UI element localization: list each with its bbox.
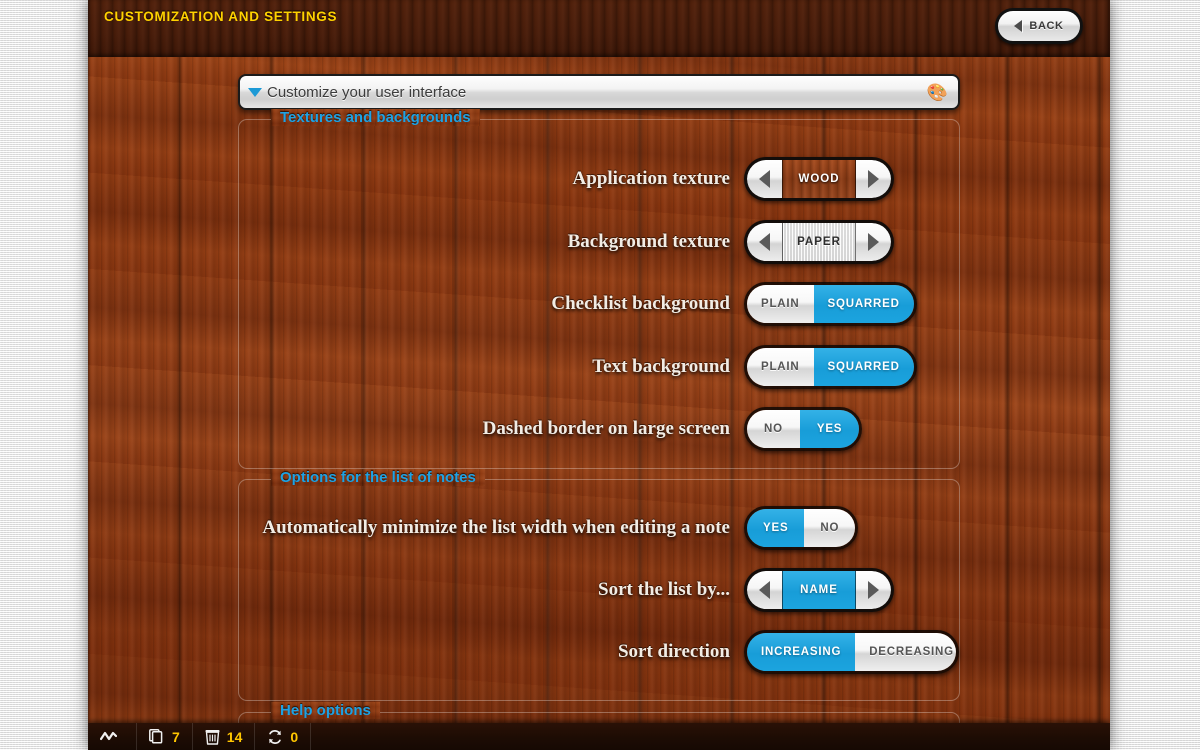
row-text-background: Text background PLAIN SQUARRED — [239, 345, 959, 389]
back-button[interactable]: BACK — [995, 8, 1083, 44]
back-button-label: BACK — [1029, 20, 1064, 32]
toggle-option-yes[interactable]: YES — [747, 509, 805, 547]
checklist-background-toggle[interactable]: PLAIN SQUARRED — [744, 282, 917, 326]
chevron-right-icon — [868, 233, 879, 251]
section-legend: Options for the list of notes — [271, 469, 485, 486]
application-panel: CUSTOMIZATION AND SETTINGS BACK Customiz… — [88, 0, 1110, 750]
title-bar: CUSTOMIZATION AND SETTINGS BACK — [88, 0, 1110, 57]
toggle-option-no[interactable]: NO — [804, 509, 856, 547]
spinner-next-button[interactable] — [856, 223, 891, 261]
dashed-border-toggle[interactable]: NO YES — [744, 407, 863, 451]
row-background-texture: Background texture PAPER — [239, 220, 959, 264]
row-label: Sort direction — [617, 641, 730, 662]
row-auto-minimize-list: Automatically minimize the list width wh… — [239, 506, 959, 550]
row-label: Automatically minimize the list width wh… — [262, 517, 730, 538]
section-options-for-list-of-notes: Options for the list of notes Automatica… — [238, 469, 960, 701]
section-textures-and-backgrounds: Textures and backgrounds Application tex… — [238, 109, 960, 469]
activity-wave-icon — [100, 730, 117, 743]
toggle-option-squarred[interactable]: SQUARRED — [813, 348, 914, 386]
chevron-left-icon — [1014, 20, 1023, 32]
control-slot: YES NO — [744, 506, 959, 550]
row-checklist-background: Checklist background PLAIN SQUARRED — [239, 282, 959, 326]
row-label: Background texture — [567, 231, 730, 252]
status-trash-cell[interactable]: 14 — [193, 723, 256, 750]
status-sync-cell[interactable]: 0 — [255, 723, 312, 750]
page-title: CUSTOMIZATION AND SETTINGS — [104, 9, 338, 24]
row-sort-list-by: Sort the list by... NAME — [239, 568, 959, 612]
status-bar: 7 14 0 — [88, 723, 1110, 750]
chevron-left-icon — [759, 233, 770, 251]
spinner-prev-button[interactable] — [747, 160, 782, 198]
status-count: 14 — [226, 728, 243, 745]
control-slot: NO YES — [744, 407, 959, 451]
spinner-value: NAME — [782, 571, 856, 609]
spinner-next-button[interactable] — [856, 160, 891, 198]
section-legend: Textures and backgrounds — [271, 109, 480, 126]
row-label: Application texture — [572, 168, 730, 189]
application-texture-spinner[interactable]: WOOD — [744, 157, 894, 201]
spinner-prev-button[interactable] — [747, 223, 782, 261]
spinner-prev-button[interactable] — [747, 571, 782, 609]
row-sort-direction: Sort direction INCREASING DECREASING — [239, 630, 959, 674]
row-label: Text background — [592, 356, 730, 377]
toggle-option-no[interactable]: NO — [747, 410, 800, 448]
settings-content: Customize your user interface 🎨 Textures… — [88, 57, 1110, 750]
section-legend: Help options — [271, 702, 380, 719]
row-label: Dashed border on large screen — [482, 418, 730, 439]
sort-by-spinner[interactable]: NAME — [744, 568, 894, 612]
toggle-option-yes[interactable]: YES — [799, 410, 860, 448]
sort-direction-toggle[interactable]: INCREASING DECREASING — [744, 630, 959, 674]
control-slot: PLAIN SQUARRED — [744, 282, 959, 326]
copy-pages-icon — [149, 729, 165, 744]
toggle-option-plain[interactable]: PLAIN — [747, 285, 814, 323]
toggle-option-plain[interactable]: PLAIN — [747, 348, 814, 386]
status-count: 0 — [290, 728, 299, 745]
customize-panel-header[interactable]: Customize your user interface 🎨 — [238, 74, 960, 110]
background-texture-spinner[interactable]: PAPER — [744, 220, 894, 264]
toggle-option-decreasing[interactable]: DECREASING — [855, 633, 956, 671]
control-slot: WOOD — [744, 157, 959, 201]
chevron-left-icon — [759, 170, 770, 188]
row-application-texture: Application texture WOOD — [239, 157, 959, 201]
spinner-next-button[interactable] — [856, 571, 891, 609]
control-slot: INCREASING DECREASING — [744, 630, 959, 674]
spinner-value: PAPER — [782, 223, 856, 261]
trash-icon — [205, 729, 220, 745]
auto-minimize-toggle[interactable]: YES NO — [744, 506, 859, 550]
control-slot: PAPER — [744, 220, 959, 264]
control-slot: PLAIN SQUARRED — [744, 345, 959, 389]
control-slot: NAME — [744, 568, 959, 612]
row-label: Sort the list by... — [598, 579, 730, 600]
chevron-down-icon[interactable] — [248, 87, 262, 97]
status-count: 7 — [172, 728, 180, 745]
customize-panel-title: Customize your user interface — [267, 83, 467, 101]
row-dashed-border: Dashed border on large screen NO YES — [239, 407, 959, 451]
toggle-option-squarred[interactable]: SQUARRED — [813, 285, 914, 323]
palette-icon[interactable]: 🎨 — [927, 84, 948, 101]
spinner-value: WOOD — [782, 160, 856, 198]
chevron-right-icon — [868, 581, 879, 599]
status-notes-cell[interactable]: 7 — [137, 723, 193, 750]
chevron-left-icon — [759, 581, 770, 599]
toggle-option-increasing[interactable]: INCREASING — [747, 633, 856, 671]
chevron-right-icon — [868, 170, 879, 188]
status-activity-cell[interactable] — [88, 723, 137, 750]
row-label: Checklist background — [551, 293, 730, 314]
sync-refresh-icon — [267, 729, 283, 745]
text-background-toggle[interactable]: PLAIN SQUARRED — [744, 345, 917, 389]
